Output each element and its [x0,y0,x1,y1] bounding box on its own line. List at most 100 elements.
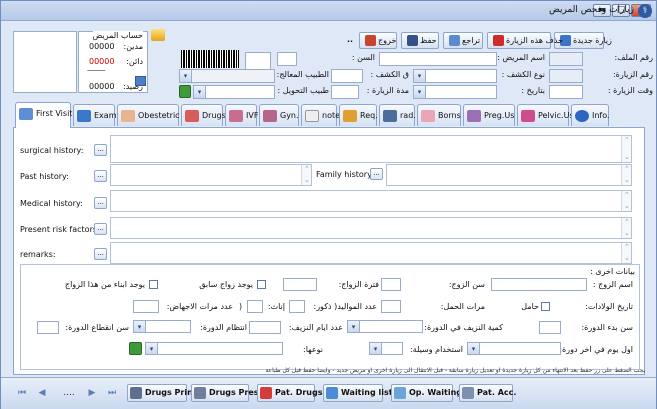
remarks-memo[interactable] [110,242,632,264]
scrollbar[interactable] [621,136,631,162]
marriage-period-field[interactable] [283,278,317,291]
present-risk-picker[interactable]: ... [94,223,107,235]
menopause-age-field[interactable] [37,321,59,334]
contraception-select[interactable]: ▾ [369,342,403,355]
children-checkbox[interactable] [149,280,158,289]
scrollbar[interactable] [621,243,631,263]
pat-acc-button[interactable]: Pat. Acc. [459,384,516,402]
visit-duration-field[interactable] [331,85,359,99]
chevron-down-icon[interactable]: ▾ [180,70,192,82]
tab-preg-us[interactable]: Preg.Us [463,104,515,126]
remarks-label: remarks: [20,250,56,259]
tab-obestetric[interactable]: Obestetric [117,104,180,126]
chevron-down-icon[interactable]: ▾ [194,86,206,98]
last-period-date[interactable]: ▾ [467,342,561,355]
bleeding-days-field[interactable] [249,321,281,334]
patient-photo[interactable] [13,31,77,93]
folder-icon[interactable] [151,29,165,41]
chevron-down-icon[interactable]: ▾ [414,70,426,82]
chevron-down-icon[interactable]: ▾ [414,86,426,98]
chevron-down-icon[interactable]: ▾ [146,343,158,354]
scrollbar[interactable] [621,218,631,238]
scrollbar[interactable] [621,191,631,211]
pregnant-checkbox[interactable] [541,302,550,311]
husband-age-field[interactable] [381,278,401,291]
referral-doctor-select[interactable]: ▾ [193,85,275,99]
cycle-regularity-select[interactable]: ▾ [133,320,191,333]
visit-no-field[interactable] [549,69,583,83]
exam-fee-field[interactable] [331,69,363,83]
tab-pelvic-us[interactable]: Pelvic.Us [517,104,574,126]
age-field[interactable] [277,52,297,66]
credit-value: 00000 [89,57,115,66]
file-no-field[interactable] [549,52,583,66]
surgical-history-memo[interactable] [110,135,632,163]
husband-name-field[interactable] [491,278,587,291]
tab-first-visit[interactable]: First Visit [15,102,72,128]
contraception-type-select[interactable]: ▾ [145,342,283,355]
chevron-down-icon[interactable]: ▾ [370,343,382,354]
tab-rad[interactable]: rad. [379,104,416,126]
scrollbar[interactable] [301,165,311,185]
family-history-memo[interactable] [386,164,632,186]
last-record-button[interactable]: ⏭ [105,385,119,401]
drugs-print-button[interactable]: Drugs Print [127,384,197,402]
tab-exam[interactable]: Exam [73,104,116,126]
remarks-picker[interactable]: ... [94,248,107,260]
record-navigator[interactable]: .... [57,385,81,401]
patient-account-box: حساب المريض مدين: 00000 دائن: 00000 ----… [78,31,148,93]
add-referral-icon[interactable] [179,85,191,98]
exit-button[interactable]: خروج [359,32,397,49]
past-history-memo[interactable] [110,164,312,186]
medical-history-memo[interactable] [110,190,632,212]
undo-button[interactable]: تراجع [443,32,483,49]
save-icon [407,35,418,46]
tab-drugs[interactable]: Drugs [181,104,226,126]
doctor-select[interactable]: ▾ [179,69,275,83]
surgical-history-picker[interactable]: ... [94,144,107,156]
credit-label: دائن: [126,57,143,66]
app-icon: ⚕ [638,4,652,18]
first-record-button[interactable]: ⏮ [15,385,29,401]
abortions-field[interactable] [133,300,159,313]
delete-icon [493,35,504,46]
waiting-list-button[interactable]: Waiting list [323,384,393,402]
exam-type-select[interactable]: ▾ [413,69,497,83]
past-history-picker[interactable]: ... [94,170,107,182]
more-label: .. [347,35,354,44]
newborn-icon [421,110,435,122]
tab-note[interactable]: note [301,104,340,126]
chevron-down-icon[interactable]: ▾ [134,321,146,332]
tab-info[interactable]: Info. [571,104,610,126]
bleeding-amount-select[interactable]: ▾ [347,320,423,333]
debit-value: 00000 [89,42,115,51]
save-button[interactable]: حفظ [401,32,439,49]
pregnancy-times-field[interactable] [381,300,401,313]
menarche-age-field[interactable] [539,321,561,334]
female-births-field[interactable] [247,300,263,313]
visit-time-field[interactable] [549,85,583,99]
tab-borns[interactable]: Borns [417,104,461,126]
next-record-button[interactable]: ▶ [85,385,99,401]
medical-history-picker[interactable]: ... [94,197,107,209]
date-picker[interactable]: ▾ [413,85,497,99]
pat-drugs-button[interactable]: Pat. Drugs [257,384,322,402]
prev-marriage-checkbox[interactable] [257,280,266,289]
add-type-icon[interactable] [129,342,142,355]
scrollbar[interactable] [621,165,631,185]
prev-record-button[interactable]: ◀ [35,385,49,401]
tab-req[interactable]: Req. [339,104,378,126]
chevron-down-icon[interactable]: ▾ [348,321,360,332]
surgical-history-label: surgical history: [20,146,84,155]
op-waiting-button[interactable]: Op. Waiting [391,384,462,402]
tab-gyn[interactable]: Gyn. [259,104,299,126]
delete-visit-button[interactable]: حذف هذه الزيارة [487,32,563,49]
chevron-down-icon[interactable]: ▾ [468,343,480,354]
male-births-field[interactable] [289,300,305,313]
tab-ivf[interactable]: IVF [225,104,258,126]
patient-name-field[interactable] [379,52,497,66]
present-risk-memo[interactable] [110,217,632,239]
drugs-pres-button[interactable]: Drugs Pres. [191,384,262,402]
cycle-regularity-label: انتظام الدورة: [200,323,247,332]
family-history-picker[interactable]: ... [370,168,383,180]
